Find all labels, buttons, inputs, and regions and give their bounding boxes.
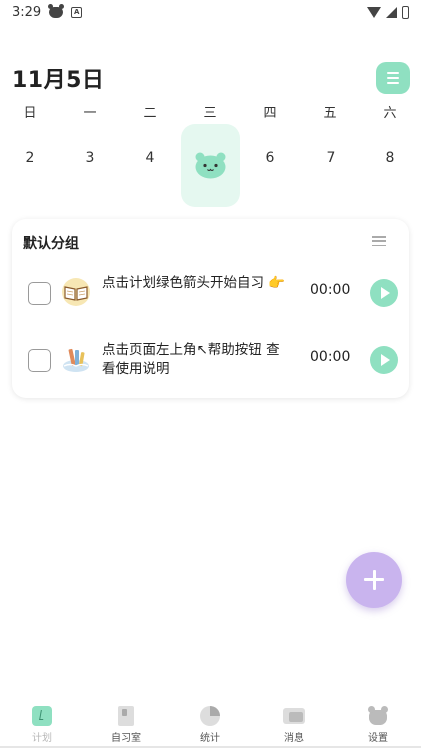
task-time: 00:00 [310, 282, 351, 298]
date-title: 11月5日 [12, 68, 105, 93]
nav-label: 自习室 [111, 733, 141, 744]
weekday-wed: 三 [203, 106, 217, 121]
nav-item-study-room[interactable]: 自习室 [91, 706, 161, 744]
nav-item-stats[interactable]: 统计 [175, 706, 245, 744]
weekday-fri: 五 [323, 106, 337, 121]
nav-item-messages[interactable]: 消息 [259, 706, 329, 744]
weekday-sat: 六 [383, 106, 397, 121]
a-icon: A [71, 6, 83, 18]
play-button[interactable] [370, 279, 398, 307]
date-cell[interactable]: 8 [370, 150, 410, 166]
group-title: 默认分组 [23, 236, 79, 252]
nav-label: 计划 [32, 733, 52, 744]
task-time: 00:00 [310, 349, 351, 365]
task-group-card: 默认分组 点击计划绿色箭头开始自习 👉 00:00 点击页面左上角↖帮助按钮 查… [12, 219, 409, 398]
weekday-mon: 一 [83, 106, 97, 121]
chat-icon [283, 708, 305, 724]
pie-chart-icon [200, 706, 220, 726]
plan-icon [32, 706, 52, 726]
weekday-thu: 四 [263, 106, 277, 121]
task-row: 点击页面左上角↖帮助按钮 查看使用说明 00:00 [12, 334, 409, 384]
date-cell[interactable]: 3 [70, 150, 110, 166]
nav-item-settings[interactable]: 设置 [343, 706, 413, 744]
date-cell[interactable]: 2 [10, 150, 50, 166]
nav-label: 消息 [284, 733, 304, 744]
status-time: 3:29 [12, 4, 42, 20]
signal-icon [386, 6, 397, 18]
task-checkbox[interactable] [28, 282, 51, 305]
battery-icon [402, 5, 409, 19]
weekday-sun: 日 [23, 106, 37, 121]
weekday-tue: 二 [143, 106, 157, 121]
list-menu-icon[interactable] [372, 236, 386, 246]
date-cell[interactable]: 7 [311, 150, 351, 166]
bottom-nav: 计划 自习室 统计 消息 设置 [0, 700, 421, 748]
nav-label: 设置 [368, 733, 388, 744]
add-task-button[interactable] [346, 552, 402, 608]
nav-label: 统计 [200, 733, 220, 744]
task-row: 点击计划绿色箭头开始自习 👉 00:00 [12, 267, 409, 317]
nav-item-plan[interactable]: 计划 [7, 706, 77, 744]
date-cell[interactable]: 6 [250, 150, 290, 166]
menu-icon [387, 72, 399, 74]
study-room-icon [118, 706, 134, 726]
task-text: 点击计划绿色箭头开始自习 👉 [102, 275, 286, 291]
help-button[interactable] [376, 62, 410, 94]
task-checkbox[interactable] [28, 349, 51, 372]
open-book-icon [62, 278, 90, 306]
date-cell[interactable]: 4 [130, 150, 170, 166]
books-icon [63, 348, 89, 372]
status-bar: 3:29 A [0, 0, 421, 24]
play-button[interactable] [370, 346, 398, 374]
bear-icon [368, 706, 388, 725]
cat-icon [48, 3, 65, 18]
bear-face-icon [195, 152, 226, 179]
wifi-icon [367, 6, 381, 18]
task-text: 点击页面左上角↖帮助按钮 查看使用说明 [102, 342, 280, 377]
